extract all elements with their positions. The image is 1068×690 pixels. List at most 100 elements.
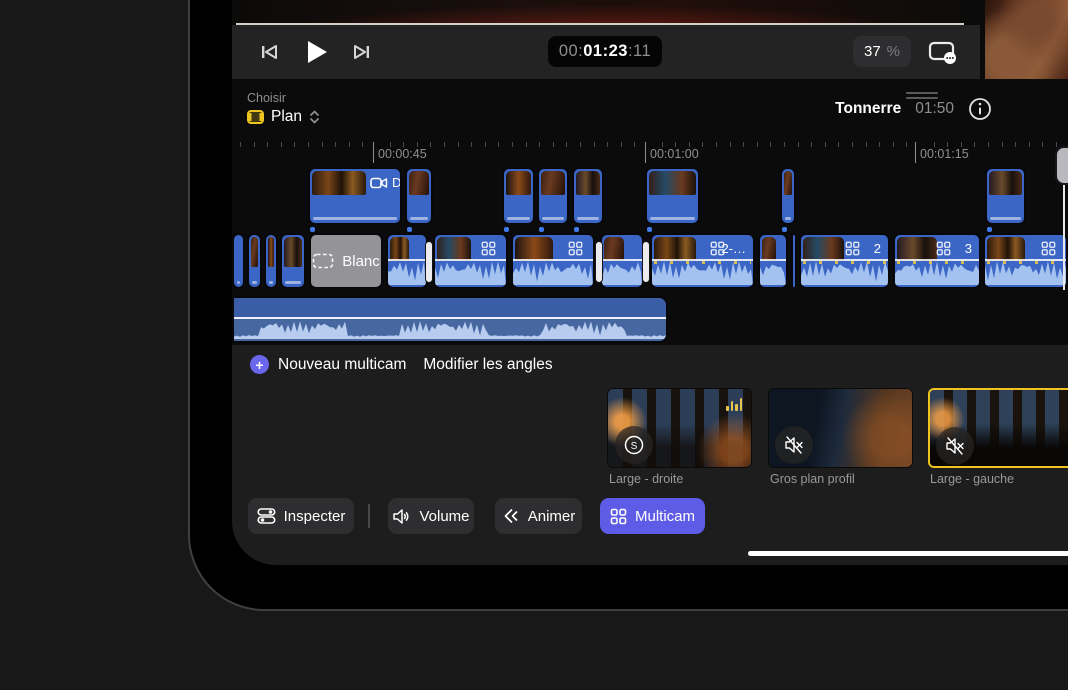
clip-thumbnail xyxy=(803,237,844,261)
multicam-clip-top xyxy=(760,235,786,262)
ruler-minor-tick xyxy=(444,142,445,147)
clip-connection-dot xyxy=(504,227,509,232)
clip-type-selector[interactable]: Plan xyxy=(247,108,320,126)
project-duration: 01:50 xyxy=(915,100,954,118)
multicam-timeline-clip[interactable] xyxy=(511,233,595,289)
zoom-level-badge[interactable]: 37 % xyxy=(853,36,911,67)
clip-selector-label: Plan xyxy=(271,108,302,126)
ruler-minor-tick xyxy=(893,142,894,147)
angle-name-label: Large - gauche xyxy=(930,472,1014,486)
multicam-timeline-clip[interactable] xyxy=(758,233,788,289)
multicam-timeline-clip[interactable] xyxy=(386,233,428,289)
clip-bottom-stripe xyxy=(269,281,273,284)
through-edit-marker[interactable] xyxy=(425,241,433,283)
multicam-clip-label: 3 xyxy=(965,241,972,256)
timeline-clip[interactable] xyxy=(247,233,262,289)
clip-thumbnail xyxy=(897,237,937,261)
new-multicam-button[interactable]: + Nouveau multicam xyxy=(250,355,406,374)
ruler-minor-tick xyxy=(770,142,771,147)
ruler-minor-tick xyxy=(594,142,595,147)
timeline-clip[interactable] xyxy=(264,233,278,289)
clip-waveform-area xyxy=(513,259,593,285)
ruler-minor-tick xyxy=(866,142,867,147)
clip-thumbnail xyxy=(251,237,258,267)
audio-peaks xyxy=(897,261,977,264)
connected-clip[interactable] xyxy=(985,167,1026,225)
ruler-minor-tick xyxy=(539,142,540,147)
app-screen: 00:01:23:11 37 % Choisir xyxy=(232,0,1068,565)
connected-clip[interactable] xyxy=(502,167,535,225)
audio-clip[interactable] xyxy=(232,296,668,343)
timeline-ruler[interactable]: 00:00:4500:01:0000:01:15 xyxy=(232,140,1068,166)
clip-bottom-stripe xyxy=(410,217,428,220)
multicam-angle-thumbnail[interactable]: S xyxy=(607,388,752,468)
multicam-timeline-clip[interactable]: 2 xyxy=(799,233,890,289)
multicam-timeline-clip[interactable]: 2-… xyxy=(650,233,755,289)
playhead-handle[interactable] xyxy=(1055,146,1068,185)
browser-clip-preview xyxy=(985,0,1068,79)
transport-bar: 00:01:23:11 37 % xyxy=(232,25,980,79)
audio-peaks xyxy=(654,261,751,264)
multicam-angle-thumbnail[interactable] xyxy=(768,388,913,468)
multicam-clip-top: 2-… xyxy=(652,235,753,262)
clip-waveform-area xyxy=(985,259,1066,285)
multicam-timeline-clip[interactable] xyxy=(600,233,644,289)
horizontal-scrollbar[interactable] xyxy=(748,551,1068,556)
through-edit-marker[interactable] xyxy=(642,241,650,283)
edit-angles-button[interactable]: Modifier les angles xyxy=(423,356,552,374)
multicam-clip-top xyxy=(602,235,642,262)
inspect-button[interactable]: Inspecter xyxy=(248,498,354,534)
ruler-minor-tick xyxy=(1015,142,1016,147)
timeline-clip[interactable] xyxy=(280,233,306,289)
clip-thumbnail xyxy=(649,171,696,195)
timecode-display[interactable]: 00:01:23:11 xyxy=(548,36,662,67)
connected-clip[interactable]: D xyxy=(308,167,402,225)
through-edit-marker[interactable] xyxy=(595,241,603,283)
multicam-timeline-clip[interactable] xyxy=(433,233,508,289)
connected-clips-row: D xyxy=(232,167,1068,233)
volume-line xyxy=(388,259,426,261)
connected-clip[interactable] xyxy=(645,167,700,225)
ruler-minor-tick xyxy=(743,142,744,147)
animate-button[interactable]: Animer xyxy=(495,498,582,534)
multicam-angle-thumbnail[interactable] xyxy=(928,388,1068,468)
ruler-minor-tick xyxy=(254,142,255,147)
multicam-clip-top xyxy=(388,235,426,262)
gap-clip[interactable]: Blanc xyxy=(309,233,383,289)
project-info: Tonnerre 01:50 xyxy=(835,97,992,121)
audio-waveform xyxy=(435,259,506,285)
ruler-minor-tick xyxy=(811,142,812,147)
skip-forward-button[interactable] xyxy=(346,25,376,79)
connected-clip[interactable] xyxy=(780,167,796,225)
clip-bottom-stripe xyxy=(237,281,240,284)
volume-button[interactable]: Volume xyxy=(388,498,474,534)
multicam-timeline-clip[interactable] xyxy=(983,233,1068,289)
multicam-timeline-clip[interactable]: 3 xyxy=(893,233,981,289)
clip-bottom-stripe xyxy=(577,217,599,220)
muted-speaker-icon xyxy=(944,436,966,456)
viewer-options-button[interactable] xyxy=(922,25,962,79)
skip-back-button[interactable] xyxy=(254,25,284,79)
ruler-minor-tick xyxy=(879,142,880,147)
clip-thumbnail xyxy=(312,171,366,195)
clip-thumbnail xyxy=(604,237,624,261)
speaker-icon xyxy=(392,508,411,525)
viewer-options-icon xyxy=(927,39,957,65)
ruler-minor-tick xyxy=(988,142,989,147)
timeline-clip[interactable] xyxy=(232,233,245,289)
ruler-minor-tick xyxy=(349,142,350,147)
multicam-clip-top xyxy=(513,235,593,262)
ruler-minor-tick xyxy=(798,142,799,147)
multicam-button[interactable]: Multicam xyxy=(600,498,705,534)
play-button[interactable] xyxy=(300,25,334,79)
connected-clip[interactable] xyxy=(537,167,569,225)
connected-clip[interactable] xyxy=(405,167,433,225)
ruler-minor-tick xyxy=(240,142,241,147)
clip-bottom-stripe xyxy=(252,281,257,284)
clip-connection-dot xyxy=(407,227,412,232)
info-icon[interactable] xyxy=(968,97,992,121)
inspector-icon xyxy=(257,507,276,525)
clip-thumbnail xyxy=(576,171,600,195)
connected-clip[interactable] xyxy=(572,167,604,225)
timeline-clip[interactable] xyxy=(791,233,797,289)
